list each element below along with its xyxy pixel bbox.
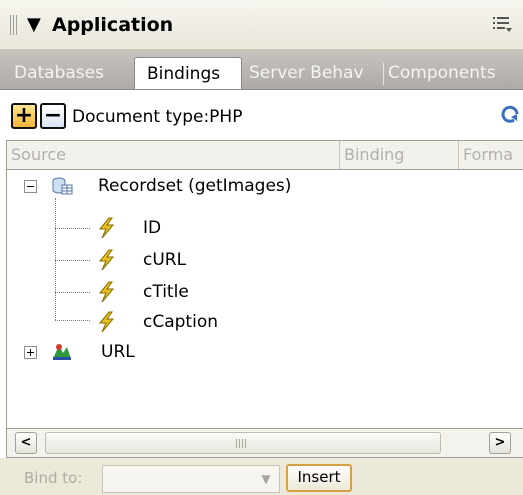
field-label: cCaption (143, 312, 218, 332)
horizontal-scrollbar[interactable]: < > (6, 428, 523, 458)
bind-to-label: Bind to: (24, 469, 83, 487)
bind-to-bar: Bind to: ▼ Insert (0, 458, 523, 495)
document-type-label: Document type:PHP (72, 107, 243, 127)
tree-row-recordset[interactable]: Recordset (getImages) (7, 170, 523, 202)
column-format[interactable]: Forma (459, 141, 523, 169)
plus-icon: + (14, 103, 34, 128)
chevron-down-icon[interactable]: ▼ (255, 468, 277, 490)
tree-row-field[interactable]: cCaption (7, 306, 523, 338)
panel-titlebar[interactable]: ▼ Application (0, 0, 523, 50)
collapse-arrow-icon[interactable]: ▼ (27, 11, 41, 39)
field-label: cTitle (143, 282, 189, 302)
lightning-bolt-icon (98, 249, 115, 271)
drag-grip-icon[interactable] (10, 15, 18, 35)
field-label: ID (143, 218, 162, 238)
tree-row-url[interactable]: URL (7, 336, 523, 368)
remove-binding-button[interactable]: − (40, 103, 66, 129)
bindings-tree: Recordset (getImages) ID cURL cTitle cCa… (6, 170, 523, 428)
url-parameter-icon (53, 344, 71, 360)
minus-icon: − (43, 103, 63, 128)
column-header-row: Source Binding Forma (6, 140, 523, 170)
recordset-icon (52, 177, 73, 195)
panel-title[interactable]: Application (52, 11, 173, 39)
add-binding-button[interactable]: + (11, 103, 37, 129)
thumb-grip-icon (236, 439, 246, 448)
lightning-bolt-icon (98, 311, 115, 333)
tab-separator (383, 63, 384, 85)
bind-to-select[interactable]: ▼ (102, 465, 280, 493)
field-label: cURL (143, 250, 187, 270)
panel-tabs: Databases Bindings Server Behav Componen… (0, 50, 523, 90)
tab-components[interactable]: Components (388, 57, 523, 89)
lightning-bolt-icon (98, 281, 115, 303)
expand-toggle-icon[interactable] (24, 346, 37, 359)
tree-row-field[interactable]: cTitle (7, 276, 523, 308)
scroll-right-button[interactable]: > (489, 432, 511, 454)
tab-databases[interactable]: Databases (14, 57, 130, 89)
tree-row-field[interactable]: ID (7, 212, 523, 244)
tab-bindings[interactable]: Bindings (134, 57, 242, 89)
tree-row-field[interactable]: cURL (7, 244, 523, 276)
scroll-left-button[interactable]: < (15, 432, 37, 454)
bindings-toolbar: + − Document type:PHP (0, 90, 523, 140)
insert-button[interactable]: Insert (286, 464, 352, 492)
tab-server-behaviors[interactable]: Server Behav (249, 57, 379, 89)
collapse-toggle-icon[interactable] (24, 180, 37, 193)
column-source[interactable]: Source (7, 141, 339, 169)
options-menu-icon[interactable] (491, 14, 513, 34)
column-binding[interactable]: Binding (340, 141, 458, 169)
refresh-icon[interactable] (501, 102, 519, 126)
scroll-thumb[interactable] (45, 432, 441, 454)
recordset-label: Recordset (getImages) (98, 176, 292, 196)
url-label: URL (101, 342, 135, 362)
lightning-bolt-icon (98, 217, 115, 239)
